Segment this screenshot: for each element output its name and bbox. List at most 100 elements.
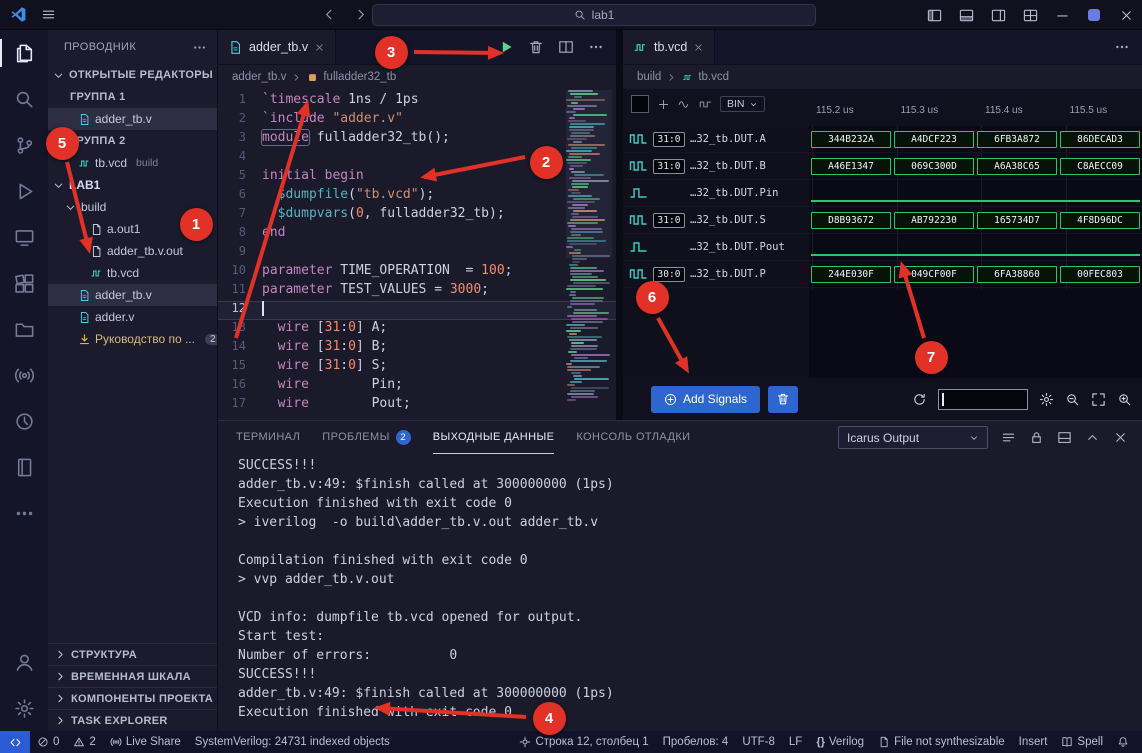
code-line-6[interactable]: 6 $dumpfile("tb.vcd"); bbox=[218, 187, 616, 206]
activitybar-remote-explorer[interactable] bbox=[0, 214, 48, 260]
status-insert[interactable]: Insert bbox=[1012, 731, 1055, 753]
tree-item-lab1[interactable]: LAB1 bbox=[48, 174, 217, 196]
sidebar-more-icon[interactable] bbox=[192, 40, 207, 55]
status-file-not-synthesizable[interactable]: File not synthesizable bbox=[871, 731, 1012, 753]
panel-tab-выходные-данные[interactable]: ВЫХОДНЫЕ ДАННЫЕ bbox=[433, 421, 555, 454]
code-line-7[interactable]: 7 $dumpvars(0, fulladder32_tb); bbox=[218, 206, 616, 225]
activitybar-accounts[interactable] bbox=[0, 639, 48, 685]
customize-layout-icon[interactable] bbox=[1014, 0, 1046, 30]
breadcrumb-file[interactable]: tb.vcd bbox=[698, 71, 729, 83]
activitybar-project-manager[interactable] bbox=[0, 306, 48, 352]
nav-forward-icon[interactable] bbox=[353, 7, 368, 22]
wave-breadcrumb[interactable]: build tb.vcd bbox=[623, 65, 1142, 89]
nav-back-icon[interactable] bbox=[322, 7, 337, 22]
code-line-12[interactable]: 12 bbox=[218, 301, 616, 320]
activitybar-more[interactable] bbox=[0, 490, 48, 536]
toggle-sidebar-icon[interactable] bbox=[918, 0, 950, 30]
panel-tab-консоль-отладки[interactable]: КОНСОЛЬ ОТЛАДКИ bbox=[576, 421, 690, 454]
status-0[interactable]: 0 bbox=[30, 731, 66, 753]
remote-indicator[interactable] bbox=[0, 731, 30, 753]
activitybar-search[interactable] bbox=[0, 76, 48, 122]
remove-signals-button[interactable] bbox=[768, 386, 798, 413]
close-window-icon[interactable] bbox=[1110, 0, 1142, 30]
code-line-14[interactable]: 14 wire [31:0] B; bbox=[218, 339, 616, 358]
code-line-16[interactable]: 16 wire Pin; bbox=[218, 377, 616, 396]
open-editors-header[interactable]: ОТКРЫТЫЕ РЕДАКТОРЫ bbox=[48, 64, 217, 86]
time-input[interactable] bbox=[938, 389, 1028, 410]
add-signals-button[interactable]: Add Signals bbox=[651, 386, 760, 413]
sidebar-section-компоненты-проекта[interactable]: КОМПОНЕНТЫ ПРОЕКТА bbox=[48, 687, 217, 709]
output-filter-icon[interactable] bbox=[1001, 430, 1016, 445]
activitybar-history[interactable] bbox=[0, 398, 48, 444]
breadcrumb-symbol[interactable]: fulladder32_tb bbox=[323, 71, 396, 83]
close-tab-icon[interactable] bbox=[314, 42, 325, 53]
code-line-3[interactable]: 3module fulladder32_tb(); bbox=[218, 130, 616, 149]
tab-adder-tb-v[interactable]: adder_tb.v bbox=[218, 30, 336, 64]
toggle-secondary-sidebar-icon[interactable] bbox=[982, 0, 1014, 30]
close-tab-icon[interactable] bbox=[693, 42, 704, 53]
maximize-panel-icon[interactable] bbox=[1085, 430, 1100, 445]
zoom-in-icon[interactable] bbox=[1117, 392, 1132, 407]
tree-item-adder-tb-v[interactable]: adder_tb.v bbox=[48, 284, 217, 306]
run-button[interactable] bbox=[498, 39, 514, 55]
minimap[interactable] bbox=[566, 90, 612, 420]
code-line-9[interactable]: 9 bbox=[218, 244, 616, 263]
status-verilog[interactable]: {}Verilog bbox=[809, 731, 871, 753]
tree-item-руководство-по[interactable]: Руководство по ...2 bbox=[48, 328, 217, 350]
activitybar-run-debug[interactable] bbox=[0, 168, 48, 214]
code-line-8[interactable]: 8end bbox=[218, 225, 616, 244]
wave-more-icon[interactable] bbox=[1114, 39, 1130, 55]
trash-icon[interactable] bbox=[528, 39, 544, 55]
tree-item-adder-tb-v-out[interactable]: adder_tb.v.out bbox=[48, 240, 217, 262]
code-line-15[interactable]: 15 wire [31:0] S; bbox=[218, 358, 616, 377]
status-spell[interactable]: Spell bbox=[1054, 731, 1110, 753]
code-line-2[interactable]: 2`include "adder.v" bbox=[218, 111, 616, 130]
activitybar-extensions[interactable] bbox=[0, 260, 48, 306]
code-editor[interactable]: 1`timescale 1ns / 1ps2`include "adder.v"… bbox=[218, 90, 616, 420]
status-lf[interactable]: LF bbox=[782, 731, 809, 753]
output-channel-select[interactable]: Icarus Output bbox=[838, 426, 988, 449]
signal-row[interactable]: 31:0…32_tb.DUT.BA46E1347069C300DA6A38C65… bbox=[623, 153, 1142, 180]
tab-tb-vcd[interactable]: tb.vcd bbox=[623, 30, 715, 64]
breadcrumb-folder[interactable]: build bbox=[637, 71, 661, 83]
restore-window-icon[interactable] bbox=[1078, 0, 1110, 30]
activitybar-live-share[interactable] bbox=[0, 352, 48, 398]
zoom-fit-icon[interactable] bbox=[1091, 392, 1106, 407]
status-bell[interactable] bbox=[1110, 731, 1136, 753]
status-utf-8[interactable]: UTF-8 bbox=[735, 731, 782, 753]
signal-row[interactable]: 31:0…32_tb.DUT.SD8B93672AB792230165734D7… bbox=[623, 207, 1142, 234]
breadcrumb-file[interactable]: adder_tb.v bbox=[232, 71, 286, 83]
code-line-10[interactable]: 10parameter TIME_OPERATION = 100; bbox=[218, 263, 616, 282]
signal-row[interactable]: 0…32_tb.DUT.Pin bbox=[623, 180, 1142, 207]
split-editor-icon[interactable] bbox=[558, 39, 574, 55]
lock-scroll-icon[interactable] bbox=[1029, 430, 1044, 445]
panel-tab-проблемы[interactable]: ПРОБЛЕМЫ2 bbox=[322, 421, 410, 454]
status-2[interactable]: 2 bbox=[66, 731, 102, 753]
signal-row[interactable]: 30:0…32_tb.DUT.P244E030F049CF00F6FA38860… bbox=[623, 261, 1142, 288]
tree-item-tb-vcd[interactable]: tb.vcd bbox=[48, 262, 217, 284]
activitybar-notebook[interactable] bbox=[0, 444, 48, 490]
sidebar-section-task-explorer[interactable]: TASK EXPLORER bbox=[48, 709, 217, 731]
code-line-13[interactable]: 13 wire [31:0] A; bbox=[218, 320, 616, 339]
code-line-11[interactable]: 11parameter TEST_VALUES = 3000; bbox=[218, 282, 616, 301]
activitybar-settings[interactable] bbox=[0, 685, 48, 731]
status-пробелов-4[interactable]: Пробелов: 4 bbox=[656, 731, 736, 753]
open-editor-item[interactable]: adder_tb.v bbox=[48, 108, 217, 130]
sidebar-section-структура[interactable]: СТРУКТУРА bbox=[48, 643, 217, 665]
command-center-search[interactable]: lab1 bbox=[372, 4, 816, 26]
status-systemverilog-24731-indexed-objects[interactable]: SystemVerilog: 24731 indexed objects bbox=[188, 731, 397, 753]
signal-row[interactable]: 31:0…32_tb.DUT.A344B232AA4DCF2236FB3A872… bbox=[623, 126, 1142, 153]
signal-row[interactable]: 0…32_tb.DUT.Pout bbox=[623, 234, 1142, 261]
panel-tab-терминал[interactable]: ТЕРМИНАЛ bbox=[236, 421, 300, 454]
status-live-share[interactable]: Live Share bbox=[103, 731, 188, 753]
zoom-out-icon[interactable] bbox=[1065, 392, 1080, 407]
editor-more-icon[interactable] bbox=[588, 39, 604, 55]
menu-icon[interactable] bbox=[41, 7, 56, 22]
breadcrumb[interactable]: adder_tb.v fulladder32_tb bbox=[218, 65, 616, 89]
toggle-panel-icon[interactable] bbox=[950, 0, 982, 30]
terminal-output[interactable]: SUCCESS!!!adder_tb.v:49: $finish called … bbox=[218, 455, 1142, 731]
tree-item-adder-v[interactable]: adder.v bbox=[48, 306, 217, 328]
activitybar-explorer[interactable] bbox=[0, 30, 48, 76]
activitybar-source-control[interactable] bbox=[0, 122, 48, 168]
wave-settings-icon[interactable] bbox=[1039, 392, 1054, 407]
